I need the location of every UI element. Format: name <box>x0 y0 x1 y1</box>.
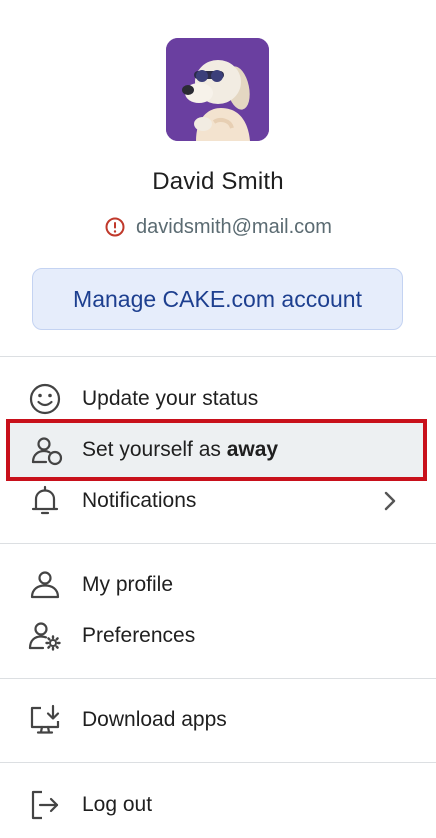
preferences-label: Preferences <box>82 624 196 647</box>
person-away-icon <box>30 434 64 468</box>
person-icon <box>28 568 62 602</box>
set-away-label: Set yourself as away <box>82 438 278 462</box>
logout-icon <box>28 788 62 822</box>
divider <box>0 762 436 763</box>
notifications-label: Notifications <box>82 489 197 512</box>
log-out-label: Log out <box>82 793 153 816</box>
monitor-download-icon <box>28 703 62 737</box>
log-out-item[interactable]: Log out <box>0 781 436 829</box>
my-profile-item[interactable]: My profile <box>0 561 436 609</box>
divider <box>0 356 436 357</box>
bell-icon <box>28 484 62 518</box>
avatar[interactable] <box>166 38 269 141</box>
notifications-item[interactable]: Notifications <box>0 477 436 525</box>
person-gear-icon <box>28 619 62 653</box>
user-name: David Smith <box>152 168 284 195</box>
divider <box>0 543 436 544</box>
smiley-icon <box>28 382 62 416</box>
set-away-label-bold: away <box>226 438 279 461</box>
user-email: davidsmith@mail.com <box>136 215 332 238</box>
chevron-right-icon <box>382 491 398 511</box>
download-apps-label: Download apps <box>82 708 227 731</box>
dog-avatar-icon <box>166 38 269 141</box>
manage-account-button[interactable]: Manage CAKE.com account <box>32 268 403 330</box>
warning-circle-icon[interactable] <box>104 216 126 238</box>
preferences-item[interactable]: Preferences <box>0 612 436 660</box>
email-row: davidsmith@mail.com <box>0 212 436 242</box>
download-apps-item[interactable]: Download apps <box>0 696 436 744</box>
divider <box>0 678 436 679</box>
set-away-item[interactable]: Set yourself as away <box>6 419 427 481</box>
update-status-item[interactable]: Update your status <box>0 375 436 423</box>
my-profile-label: My profile <box>82 573 174 596</box>
update-status-label: Update your status <box>82 387 259 410</box>
set-away-label-prefix: Set yourself as <box>82 438 227 461</box>
